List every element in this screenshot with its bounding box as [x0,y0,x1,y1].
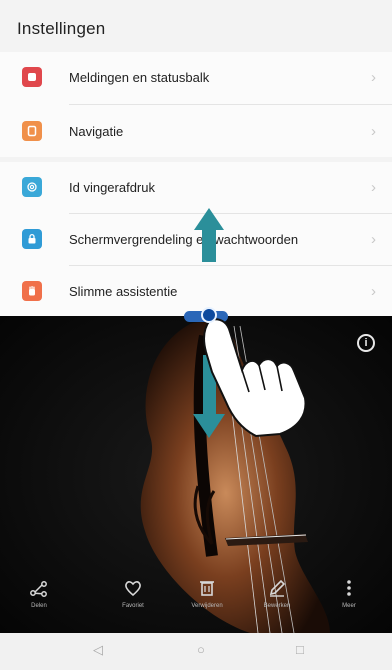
edit-button[interactable]: Bewerken [247,578,307,609]
divider [69,104,392,105]
more-button[interactable]: Meer [319,578,379,609]
delete-label: Verwijderen [191,603,223,609]
info-icon[interactable]: i [357,334,375,352]
settings-item-lock[interactable]: Schermvergrendeling en wachtwoorden › [0,214,392,264]
settings-item-fingerprint[interactable]: Id vingerafdruk › [0,162,392,212]
more-label: Meer [342,603,356,609]
trash-icon [177,578,237,600]
fingerprint-icon [22,177,42,197]
share-label: Delen [31,603,47,609]
chevron-right-icon: › [371,122,376,140]
settings-item-label: Meldingen en statusbalk [69,69,210,85]
settings-panel: Instellingen Meldingen en statusbalk › N… [0,0,392,316]
page-title: Instellingen [17,19,106,38]
navigation-icon [22,121,42,141]
share-button[interactable]: Delen [9,578,69,609]
edit-icon [247,578,307,600]
home-button[interactable]: ○ [197,642,205,657]
settings-item-label: Slimme assistentie [69,283,178,299]
more-icon [319,578,379,600]
notification-icon [22,67,42,87]
photo-viewer[interactable]: i Delen Favoriet Verwijderen Bewerken Me… [0,316,392,633]
settings-item-navigation[interactable]: Navigatie › [0,106,392,156]
drag-handle-grip[interactable] [201,307,217,323]
settings-group: Meldingen en statusbalk › Navigatie › [0,52,392,157]
chevron-right-icon: › [371,178,376,196]
system-nav-bar: ◁ ○ □ [0,633,392,670]
back-button[interactable]: ◁ [93,642,103,658]
settings-group: Id vingerafdruk › Schermvergrendeling en… [0,162,392,316]
settings-item-smart-assist[interactable]: Slimme assistentie › [0,266,392,316]
edit-label: Bewerken [263,603,291,609]
photo-toolbar: Delen Favoriet Verwijderen Bewerken Meer [0,578,392,628]
settings-item-label: Schermvergrendeling en wachtwoorden [69,231,299,247]
recents-button[interactable]: □ [296,642,304,657]
delete-button[interactable]: Verwijderen [177,578,237,609]
favorite-label: Favoriet [122,603,144,609]
settings-item-label: Id vingerafdruk [69,179,155,195]
chevron-right-icon: › [371,68,376,86]
favorite-button[interactable]: Favoriet [103,578,163,609]
heart-icon [103,578,163,600]
chevron-right-icon: › [371,230,376,248]
settings-item-notifications[interactable]: Meldingen en statusbalk › [0,52,392,102]
chevron-right-icon: › [371,282,376,300]
settings-item-label: Navigatie [69,123,124,139]
share-icon [9,578,69,600]
lock-icon [22,229,42,249]
hand-icon [22,281,42,301]
